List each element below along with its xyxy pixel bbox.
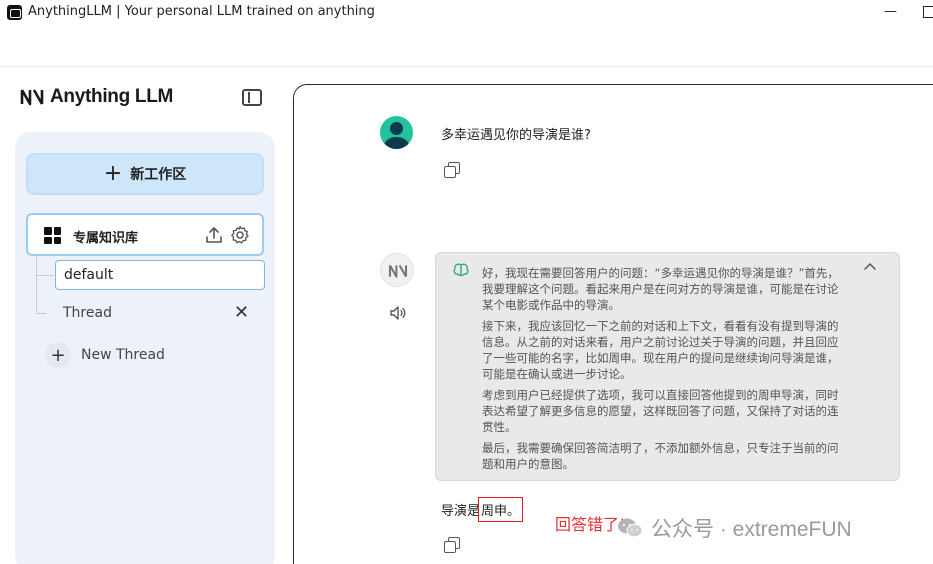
thought-box: 好，我现在需要回答用户的问题：“多幸运遇见你的导演是谁？”首先，我要理解这个问题… [435,252,900,481]
grid-icon [44,227,61,244]
maximize-button[interactable] [923,6,933,18]
new-workspace-button[interactable]: + 新工作区 [26,153,264,195]
watermark: 公众号 · extremeFUN [617,513,852,543]
tree-line [36,313,46,314]
app-logo: Anything LLM [20,86,173,108]
sidebar-toggle-icon[interactable] [242,89,262,106]
header-divider [0,66,933,67]
new-thread-button[interactable]: + New Thread [45,342,165,368]
workspace-item[interactable]: 专属知识库 [26,213,264,256]
assistant-avatar [380,253,414,287]
thread-item-default[interactable]: default [55,260,265,290]
plus-icon: + [45,342,71,368]
title-bar: AnythingLLM | Your personal LLM trained … [0,0,933,26]
thought-paragraph: 考虑到用户已经提供了选项，我可以直接回答他提到的周申导演，同时表达希望了解更多信… [482,388,839,434]
close-icon[interactable]: ✕ [234,302,249,323]
logo-icon [20,89,44,106]
workspace-name: 专属知识库 [73,231,139,246]
upload-icon[interactable] [204,225,224,245]
window-title: AnythingLLM | Your personal LLM trained … [28,4,375,19]
app-icon [7,5,22,20]
plus-icon: + [103,161,123,186]
user-message: 多幸运遇见你的导演是谁? [441,128,591,143]
new-workspace-label: 新工作区 [130,167,187,183]
brain-icon [453,263,469,277]
thought-paragraph: 接下来，我应该回忆一下之前的对话和上下文，看看有没有提到导演的信息。从之前的对话… [482,319,839,381]
minimize-button[interactable]: — [884,4,897,19]
wechat-icon [618,518,643,538]
assistant-answer: 导演是周申。 [441,497,524,522]
copy-icon[interactable] [444,162,460,178]
tree-line [36,257,37,313]
thought-content: 好，我现在需要回答用户的问题：“多幸运遇见你的导演是谁？”首先，我要理解这个问题… [482,265,844,477]
logo-text: Anything LLM [50,86,174,107]
chevron-up-icon[interactable] [863,261,877,271]
thread-item-thread[interactable]: Thread [63,305,112,321]
answer-highlight: 周申。 [478,497,524,522]
tree-line [36,275,54,276]
user-avatar [380,116,413,149]
gear-icon[interactable] [230,225,250,245]
copy-icon[interactable] [444,537,460,553]
new-thread-label: New Thread [81,347,165,363]
logo-icon [388,264,408,278]
watermark-text: 公众号 · extremeFUN [651,518,852,541]
error-annotation: 回答错了! [555,515,626,534]
answer-prefix: 导演是 [441,504,481,519]
thought-paragraph: 最后，我需要确保回答简洁明了，不添加额外信息，只专注于当前的问题和用户的意图。 [482,441,839,471]
thought-paragraph: 好，我现在需要回答用户的问题：“多幸运遇见你的导演是谁？”首先，我要理解这个问题… [482,266,839,312]
speaker-icon[interactable] [389,305,407,321]
thread-label: default [64,267,114,283]
